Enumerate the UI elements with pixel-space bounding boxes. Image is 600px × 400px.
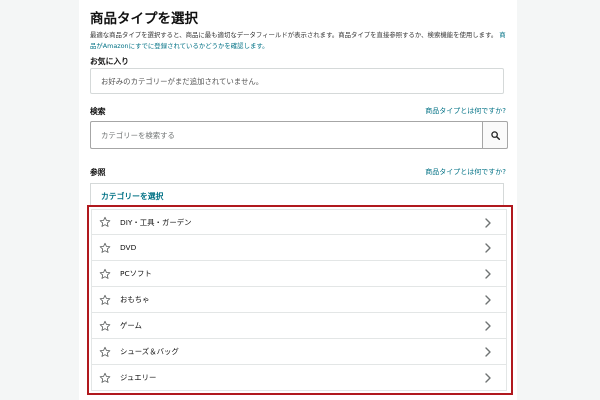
favorites-box: お好みのカテゴリーがまだ追加されていません。 <box>90 68 504 94</box>
favorites-empty-text: お好みのカテゴリーがまだ追加されていません。 <box>101 77 264 86</box>
page-description: 最適な商品タイプを選択すると、商品に最も適切なデータフィールドが表示されます。商… <box>90 30 510 51</box>
search-button[interactable] <box>482 121 508 149</box>
search-label: 検索 <box>90 107 106 116</box>
page-title: 商品タイプを選択 <box>90 11 198 27</box>
description-text: 最適な商品タイプを選択すると、商品に最も適切なデータフィールドが表示されます。商… <box>90 31 498 39</box>
page: 商品タイプを選択 最適な商品タイプを選択すると、商品に最も適切なデータフィールド… <box>0 0 600 400</box>
category-header-text: カテゴリーを選択 <box>101 192 164 201</box>
search-help-link[interactable]: 商品タイプとは何ですか? <box>425 106 506 116</box>
search-bar <box>90 121 508 149</box>
magnifier-icon <box>490 130 500 140</box>
search-input[interactable] <box>90 121 482 149</box>
browse-help-link[interactable]: 商品タイプとは何ですか? <box>425 167 506 177</box>
browse-label: 参照 <box>90 168 106 177</box>
category-list-header: カテゴリーを選択 <box>90 183 504 207</box>
favorites-label: お気に入り <box>90 57 129 66</box>
highlight-frame <box>87 205 513 395</box>
